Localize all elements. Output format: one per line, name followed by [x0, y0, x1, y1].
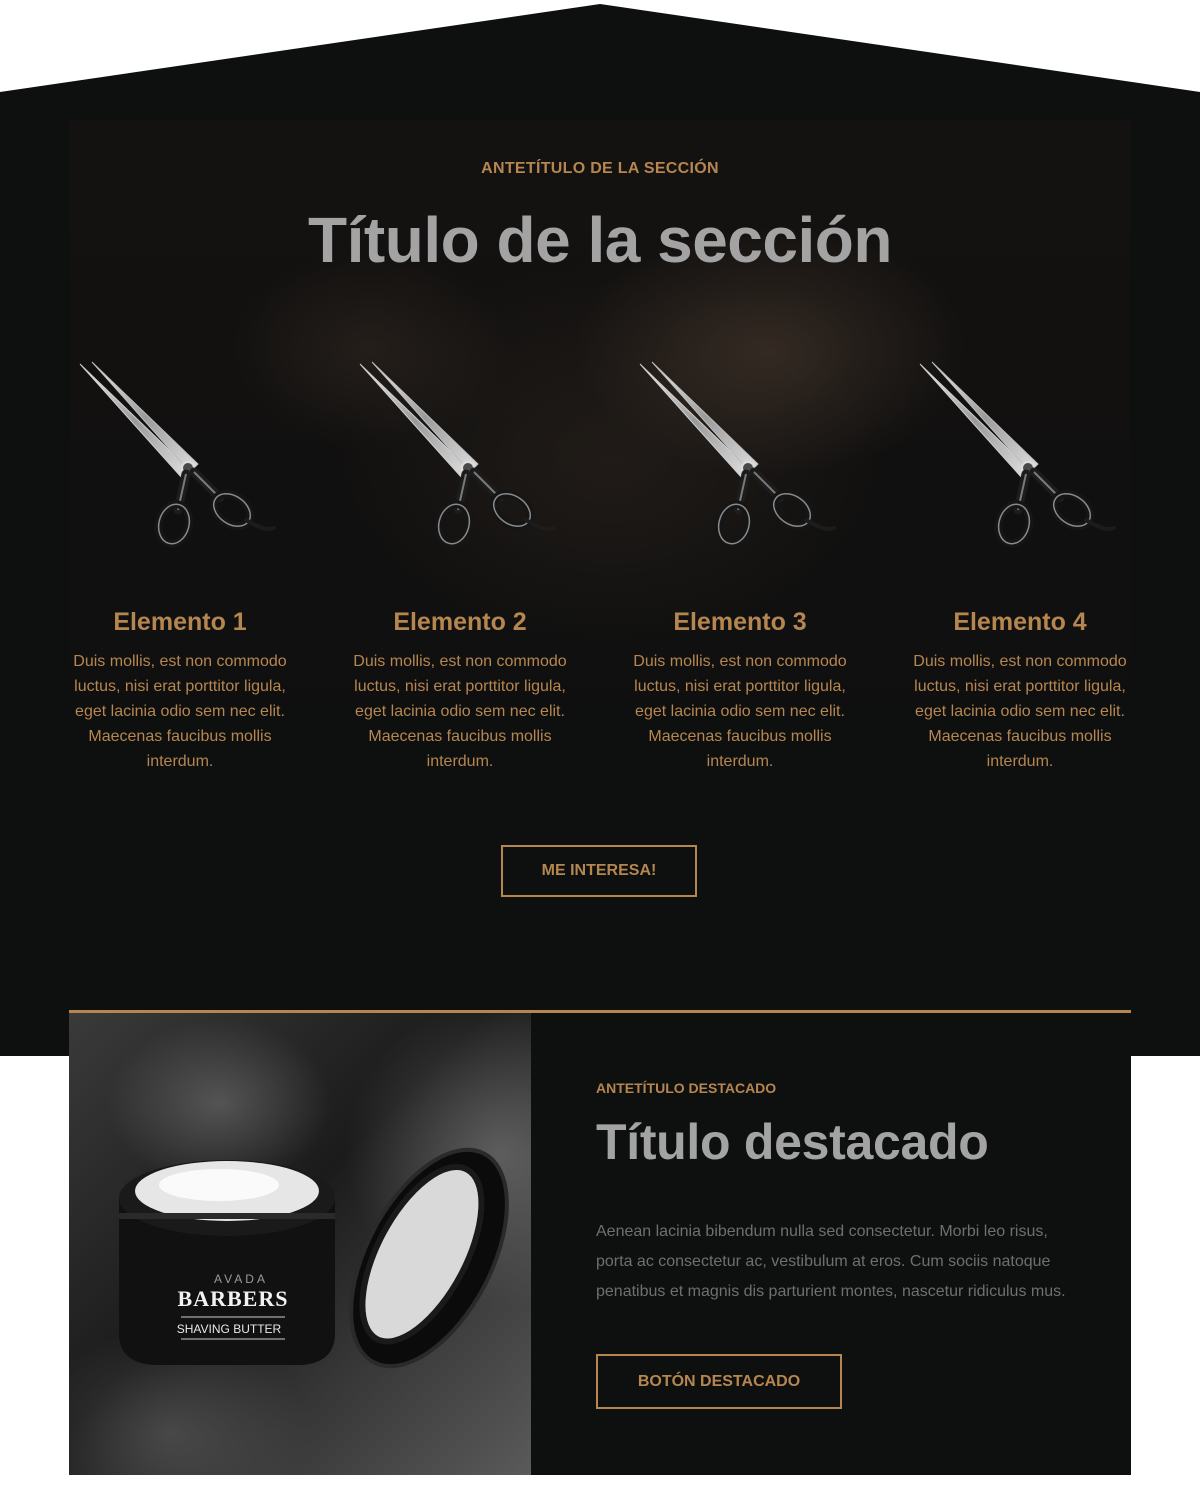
scissors-icon	[910, 360, 1130, 560]
feature-title: Elemento 3	[673, 608, 807, 636]
product-brand-small: AVADA	[214, 1272, 268, 1286]
features-row: Elemento 1 Duis mollis, est non commodo …	[40, 360, 1160, 774]
product-brand: BARBERS	[178, 1286, 289, 1311]
feature-item-4: Elemento 4 Duis mollis, est non commodo …	[880, 360, 1160, 774]
scissors-icon	[350, 360, 570, 560]
feature-item-3: Elemento 3 Duis mollis, est non commodo …	[600, 360, 880, 774]
section-eyebrow: ANTETÍTULO DE LA SECCIÓN	[481, 160, 719, 177]
scissors-icon	[70, 360, 290, 560]
feature-text: Duis mollis, est non commodo luctus, nis…	[633, 653, 847, 770]
product-photo: AVADA BARBERS SHAVING BUTTER	[69, 1013, 531, 1475]
feature-title: Elemento 2	[393, 608, 527, 636]
shaving-butter-jar-image: AVADA BARBERS SHAVING BUTTER	[119, 1147, 509, 1369]
hero-section: ANTETÍTULO DE LA SECCIÓN Título de la se…	[0, 4, 1200, 1056]
section-title: Título de la sección	[308, 204, 892, 276]
featured-title: Título destacado	[596, 1114, 989, 1170]
feature-item-2: Elemento 2 Duis mollis, est non commodo …	[320, 360, 600, 774]
feature-text: Duis mollis, est non commodo luctus, nis…	[913, 653, 1127, 770]
featured-text: Aenean lacinia bibendum nulla sed consec…	[596, 1223, 1066, 1300]
feature-title: Elemento 1	[113, 608, 247, 636]
feature-title: Elemento 4	[953, 608, 1087, 636]
product-name: SHAVING BUTTER	[177, 1322, 282, 1336]
feature-item-1: Elemento 1 Duis mollis, est non commodo …	[40, 360, 320, 774]
feature-text: Duis mollis, est non commodo luctus, nis…	[353, 653, 567, 770]
featured-eyebrow: ANTETÍTULO DESTACADO	[596, 1080, 777, 1096]
featured-button[interactable]: BOTÓN DESTACADO	[596, 1354, 842, 1409]
scissors-icon	[630, 360, 850, 560]
feature-text: Duis mollis, est non commodo luctus, nis…	[73, 653, 287, 770]
featured-card: AVADA BARBERS SHAVING BUTTER ANTETÍTULO …	[69, 1010, 1131, 1475]
me-interesa-button[interactable]: ME INTERESA!	[501, 845, 697, 897]
